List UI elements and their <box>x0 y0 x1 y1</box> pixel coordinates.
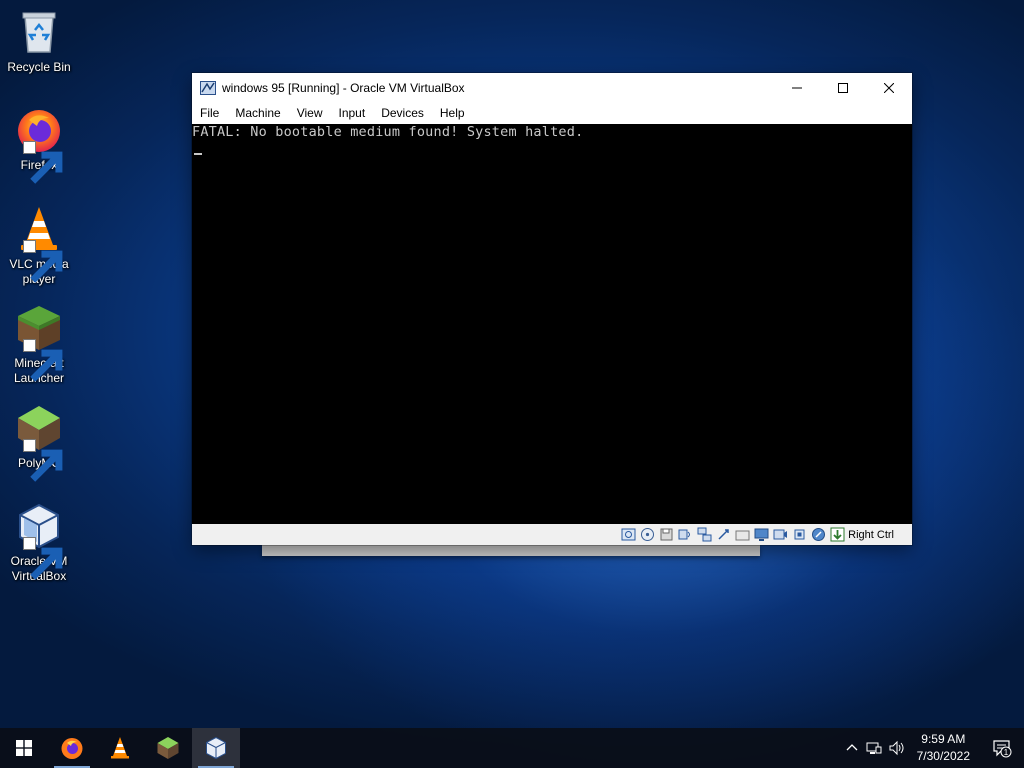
shortcut-arrow-icon <box>23 439 63 482</box>
desktop-icon-label: Recycle Bin <box>7 60 71 74</box>
notification-count: 1 <box>1004 748 1009 757</box>
vm-console-text: FATAL: No bootable medium found! System … <box>192 124 584 140</box>
background-window-edge <box>262 544 760 556</box>
chevron-up-icon <box>846 744 858 751</box>
virtualbox-vm-window[interactable]: windows 95 [Running] - Oracle VM Virtual… <box>192 73 912 545</box>
network-tray-button[interactable] <box>863 728 885 768</box>
network-icon <box>866 742 882 754</box>
taskbar-firefox[interactable] <box>48 728 96 768</box>
menu-file[interactable]: File <box>192 103 227 124</box>
polymc-icon <box>157 737 179 759</box>
network-status-icon[interactable] <box>696 527 712 543</box>
vm-text-cursor <box>194 153 202 155</box>
virtualbox-icon <box>15 502 63 580</box>
show-hidden-icons-button[interactable] <box>841 728 863 768</box>
desktop-icon-minecraft[interactable]: Minecraft Launcher <box>4 304 74 386</box>
action-center-button[interactable]: 1 <box>980 728 1024 768</box>
recycle-bin-icon <box>15 8 63 56</box>
menu-input[interactable]: Input <box>331 103 374 124</box>
clock-time: 9:59 AM <box>921 732 966 746</box>
shortcut-arrow-icon <box>23 141 63 184</box>
speaker-icon <box>889 740 904 756</box>
floppy-drive-status-icon[interactable] <box>658 527 674 543</box>
usb-status-icon[interactable] <box>715 527 731 543</box>
mouse-integration-status-icon[interactable] <box>810 527 826 543</box>
system-tray: 9:59 AM 7/30/2022 1 <box>841 728 1024 768</box>
vm-statusbar: Right Ctrl <box>192 524 912 545</box>
polymc-icon <box>15 404 63 482</box>
recording-status-icon[interactable] <box>772 527 788 543</box>
start-button[interactable] <box>0 728 48 768</box>
host-key-arrow-icon[interactable] <box>829 527 845 543</box>
vm-display[interactable]: FATAL: No bootable medium found! System … <box>192 124 912 524</box>
minimize-icon <box>792 87 802 89</box>
shortcut-arrow-icon <box>23 339 63 382</box>
display-status-icon[interactable] <box>753 527 769 543</box>
window-titlebar[interactable]: windows 95 [Running] - Oracle VM Virtual… <box>192 73 912 103</box>
virtualbox-icon <box>206 736 226 760</box>
clock-date: 7/30/2022 <box>916 749 970 763</box>
firefox-icon <box>15 106 63 184</box>
firefox-icon <box>61 738 83 759</box>
desktop-icon-polymc[interactable]: PolyMC <box>4 404 74 482</box>
desktop-icon-recycle-bin[interactable]: Recycle Bin <box>4 8 74 75</box>
close-button[interactable] <box>866 73 912 103</box>
hard-disk-status-icon[interactable] <box>620 527 636 543</box>
window-menubar: File Machine View Input Devices Help <box>192 103 912 124</box>
taskbar-clock[interactable]: 9:59 AM 7/30/2022 <box>907 731 980 765</box>
menu-view[interactable]: View <box>289 103 331 124</box>
desktop-icon-vlc[interactable]: VLC media player <box>4 205 74 287</box>
volume-tray-button[interactable] <box>885 728 907 768</box>
cpu-status-icon[interactable] <box>791 527 807 543</box>
menu-help[interactable]: Help <box>432 103 473 124</box>
taskbar-polymc[interactable] <box>144 728 192 768</box>
windows-logo-icon <box>16 740 32 756</box>
vlc-icon <box>111 737 129 759</box>
close-icon <box>884 83 894 93</box>
host-key-label: Right Ctrl <box>848 528 894 541</box>
desktop-icon-firefox[interactable]: Firefox <box>4 106 74 184</box>
optical-drive-status-icon[interactable] <box>639 527 655 543</box>
shortcut-arrow-icon <box>23 240 63 283</box>
shortcut-arrow-icon <box>23 537 63 580</box>
audio-status-icon[interactable] <box>677 527 693 543</box>
maximize-button[interactable] <box>820 73 866 103</box>
menu-machine[interactable]: Machine <box>227 103 288 124</box>
desktop-icon-virtualbox[interactable]: Oracle VM VirtualBox <box>4 502 74 584</box>
notification-icon: 1 <box>993 740 1012 758</box>
taskbar-virtualbox[interactable] <box>192 728 240 768</box>
menu-devices[interactable]: Devices <box>373 103 432 124</box>
minecraft-icon <box>15 304 63 382</box>
shared-folders-status-icon[interactable] <box>734 527 750 543</box>
minimize-button[interactable] <box>774 73 820 103</box>
window-title: windows 95 [Running] - Oracle VM Virtual… <box>222 81 465 95</box>
maximize-icon <box>838 83 848 93</box>
virtualbox-window-icon <box>200 81 216 95</box>
taskbar-vlc[interactable] <box>96 728 144 768</box>
taskbar: 9:59 AM 7/30/2022 1 <box>0 728 1024 768</box>
vlc-icon <box>15 205 63 283</box>
